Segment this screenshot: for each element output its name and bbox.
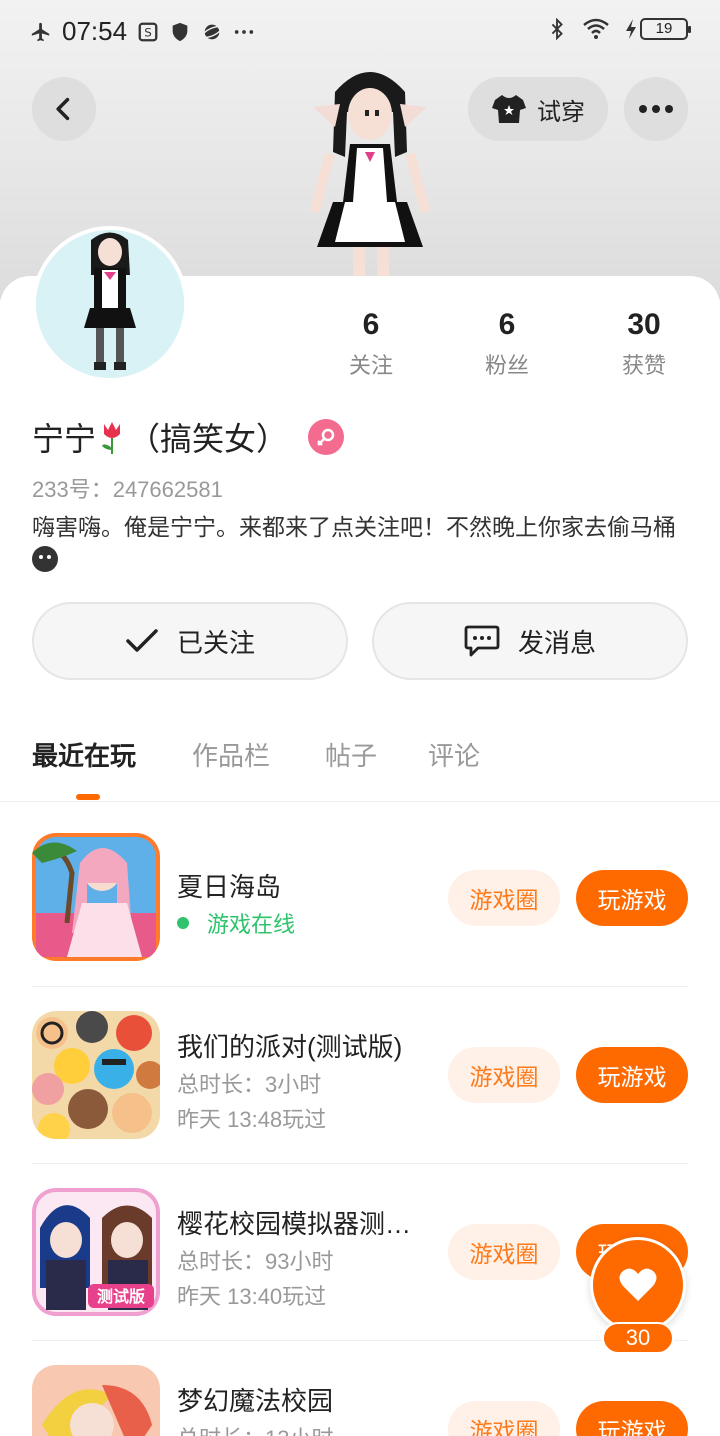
game-name: 梦幻魔法校园 <box>177 1386 334 1416</box>
notification-icon: S <box>138 22 158 41</box>
svg-text:测试版: 测试版 <box>97 1287 145 1306</box>
message-icon <box>464 625 500 657</box>
play-game-button[interactable]: 玩游戏 <box>576 1047 688 1103</box>
game-icon-sakura-school: 测试版 <box>32 1188 160 1316</box>
checkmark-icon <box>126 629 158 652</box>
stat-likes[interactable]: 30 获赞 <box>589 308 699 380</box>
game-circle-button[interactable]: 游戏圈 <box>448 1401 560 1436</box>
tulip-icon <box>102 422 121 454</box>
status-time: 07:54 <box>62 16 128 46</box>
like-count-badge: 30 <box>602 1322 674 1354</box>
tab-posts[interactable]: 帖子 <box>325 736 377 773</box>
followers-label: 粉丝 <box>484 353 529 378</box>
list-item[interactable]: 夏日海岛 游戏在线 游戏圈 玩游戏 <box>32 833 688 1009</box>
bio: 嗨害嗨。俺是宁宁。来都来了点关注吧！不然晚上你家去偷马桶 <box>32 512 692 572</box>
send-message-label: 发消息 <box>517 627 596 658</box>
chevron-left-icon <box>56 97 70 121</box>
followed-label: 已关注 <box>176 627 255 658</box>
online-status-text: 游戏在线 <box>207 912 296 937</box>
list-item[interactable]: 梦幻魔法校园 总时长：13小时 游戏圈 玩游戏 <box>32 1340 688 1436</box>
nickname-row: 宁宁 （搞笑女） <box>32 414 345 460</box>
online-status: 游戏在线 <box>177 907 295 939</box>
likes-count: 30 <box>627 308 661 341</box>
avatar-character-image <box>309 72 431 277</box>
game-name: 樱花校园模拟器测… <box>177 1209 412 1239</box>
try-on-button[interactable]: 试穿 <box>468 77 608 141</box>
heart-icon <box>619 1268 657 1301</box>
bio-text: 嗨害嗨。俺是宁宁。来都来了点关注吧！不然晚上你家去偷马桶 <box>32 514 676 540</box>
airplane-mode-icon <box>31 22 50 41</box>
status-bar: 07:54 S 19 <box>0 0 720 64</box>
game-icon-magic-school <box>32 1365 160 1436</box>
likes-label: 获赞 <box>621 353 666 378</box>
female-gender-icon <box>308 419 345 455</box>
avatar-image <box>36 230 184 378</box>
more-notifications-icon <box>234 29 254 34</box>
svg-text:S: S <box>144 25 152 39</box>
profile-tabs: 最近在玩 作品栏 帖子 评论 <box>0 736 720 802</box>
avatar[interactable] <box>32 226 188 382</box>
nickname-part1: 宁宁 <box>32 421 97 457</box>
wifi-icon <box>583 18 609 39</box>
game-circle-button[interactable]: 游戏圈 <box>448 870 560 926</box>
game-icon-party <box>32 1011 160 1139</box>
game-name: 我们的派对(测试版) <box>177 1032 403 1062</box>
last-played: 昨天 13:40玩过 <box>177 1284 327 1309</box>
tab-works[interactable]: 作品栏 <box>192 736 270 773</box>
last-played: 昨天 13:48玩过 <box>177 1107 327 1132</box>
following-label: 关注 <box>348 353 393 378</box>
send-message-button[interactable]: 发消息 <box>372 602 688 680</box>
planet-icon <box>202 24 223 39</box>
following-count: 6 <box>362 308 380 341</box>
total-play-time: 总时长：93小时 <box>177 1249 334 1274</box>
active-tab-indicator <box>76 794 100 800</box>
more-dots-icon <box>639 105 673 113</box>
game-circle-button[interactable]: 游戏圈 <box>448 1047 560 1103</box>
tab-recently-played[interactable]: 最近在玩 <box>32 736 136 773</box>
game-circle-button[interactable]: 游戏圈 <box>448 1224 560 1280</box>
stat-following[interactable]: 6 关注 <box>316 308 426 380</box>
tshirt-icon <box>492 95 526 123</box>
total-play-time: 总时长：13小时 <box>177 1421 333 1436</box>
smiley-emoji-icon <box>32 545 58 572</box>
shield-icon <box>172 22 188 41</box>
play-game-button[interactable]: 玩游戏 <box>576 1401 688 1436</box>
bluetooth-icon <box>551 18 563 40</box>
user-id: 233号：247662581 <box>32 477 223 502</box>
game-icon-summer-island <box>32 833 160 961</box>
followers-count: 6 <box>498 308 516 341</box>
total-play-time: 总时长：3小时 <box>177 1072 322 1097</box>
back-button[interactable] <box>32 77 96 141</box>
game-name: 夏日海岛 <box>177 872 282 902</box>
more-options-button[interactable] <box>624 77 688 141</box>
online-dot-icon <box>177 917 189 929</box>
tab-comments[interactable]: 评论 <box>428 736 480 773</box>
followed-button[interactable]: 已关注 <box>32 602 348 680</box>
list-item[interactable]: 我们的派对(测试版) 总时长：3小时 昨天 13:48玩过 游戏圈 玩游戏 <box>32 986 688 1162</box>
stat-followers[interactable]: 6 粉丝 <box>452 308 562 380</box>
try-on-label: 试穿 <box>537 98 585 126</box>
battery-indicator: 19 <box>640 18 691 40</box>
charging-icon <box>626 19 636 39</box>
like-button[interactable] <box>590 1237 686 1333</box>
list-item[interactable]: 测试版 樱花校园模拟器测… 总时长：93小时 昨天 13:40玩过 游戏圈 玩游… <box>32 1163 688 1339</box>
nickname-part2: （搞笑女） <box>128 421 289 457</box>
play-game-button[interactable]: 玩游戏 <box>576 870 688 926</box>
